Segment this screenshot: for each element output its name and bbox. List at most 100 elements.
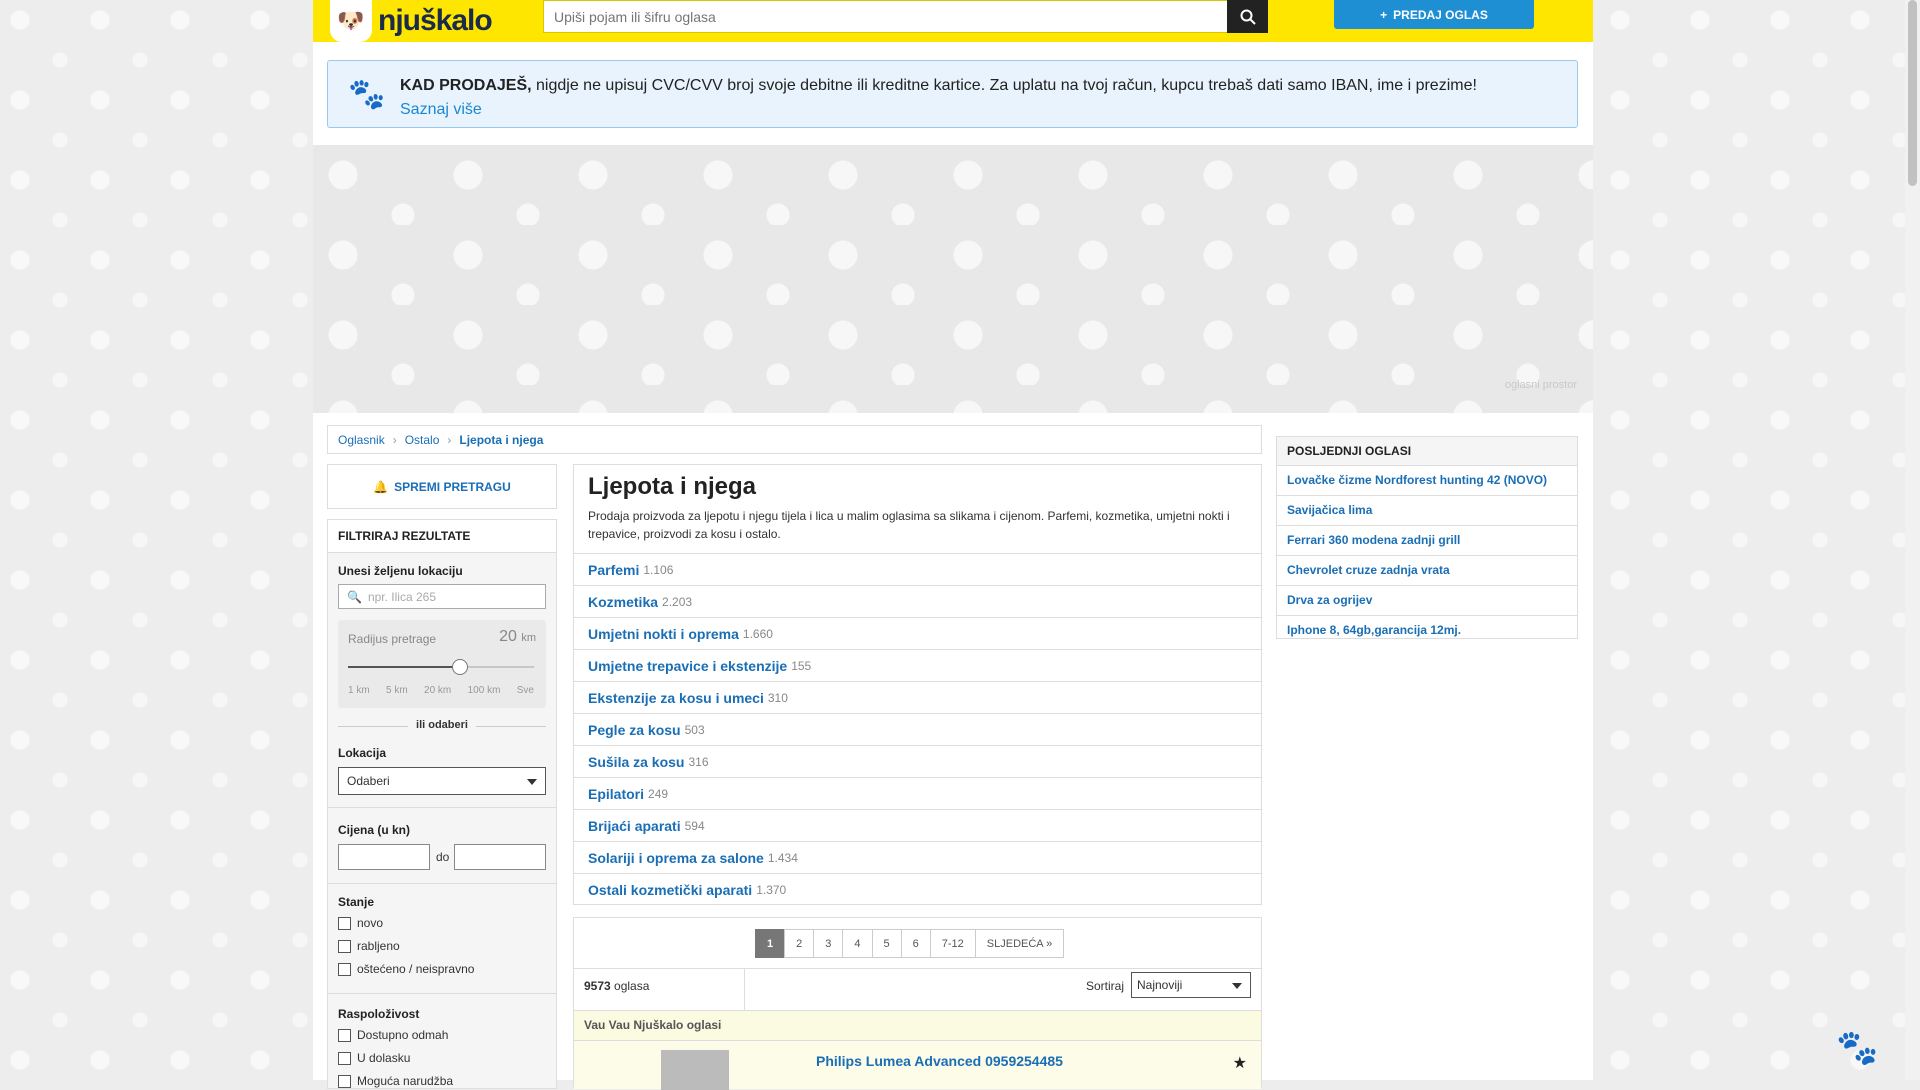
checkbox-box[interactable]	[338, 1028, 351, 1042]
subcategory-item[interactable]: Umjetni nokti i oprema 1.660	[574, 617, 1261, 649]
checkbox-box[interactable]	[338, 1051, 351, 1065]
category-description: Prodaja proizvoda za ljepotu i njegu tij…	[588, 509, 1230, 541]
breadcrumb-ostalo[interactable]: Ostalo	[405, 433, 440, 447]
checkbox-osteceno[interactable]: oštećeno / neispravno	[338, 962, 474, 976]
save-search-button[interactable]: 🔔 SPREMI PRETRAGU	[327, 464, 557, 509]
subcategory-name[interactable]: Parfemi	[588, 562, 639, 578]
page-button[interactable]: 7-12	[929, 929, 976, 958]
logo-mascot-icon: 🐶	[330, 0, 372, 42]
subcategory-name[interactable]: Pegle za kosu	[588, 722, 681, 738]
latest-ad-link[interactable]: Chevrolet cruze zadnja vrata	[1277, 556, 1577, 586]
pagination-area: 1 2 3 4 5 6 7-12 SLJEDEĆA »	[574, 918, 1261, 969]
subcategory-name[interactable]: Kozmetika	[588, 594, 658, 610]
radius-tick[interactable]: 5 km	[386, 685, 408, 696]
checkbox-box[interactable]	[338, 962, 351, 976]
search-icon: 🔍	[347, 589, 362, 604]
radius-tick[interactable]: 100 km	[468, 685, 501, 696]
chevron-right-icon: ›	[392, 432, 397, 447]
sell-button[interactable]: + PREDAJ OGLAS	[1334, 0, 1534, 29]
latest-ad-link[interactable]: Drva za ogrijev	[1277, 586, 1577, 616]
search-button[interactable]	[1227, 0, 1268, 33]
subcategory-count: 155	[791, 658, 812, 673]
listing-title[interactable]: Philips Lumea Advanced 0959254485	[816, 1053, 1063, 1069]
search-input[interactable]	[544, 1, 1164, 32]
lokacija-select[interactable]: Odaberi	[338, 767, 546, 795]
page-button[interactable]: 1	[755, 929, 786, 958]
checkbox-u-dolasku[interactable]: U dolasku	[338, 1051, 410, 1065]
filter-panel: FILTRIRAJ REZULTATE Unesi željenu lokaci…	[327, 519, 557, 1089]
checkbox-label: Dostupno odmah	[357, 1028, 449, 1042]
checkbox-box[interactable]	[338, 916, 351, 930]
list-item[interactable]: Philips Lumea Advanced 0959254485 ★	[574, 1040, 1261, 1090]
location-input[interactable]: 🔍 npr. Ilica 265	[338, 584, 546, 609]
subcategory-item[interactable]: Brijaći aparati 594	[574, 809, 1261, 841]
checkbox-box[interactable]	[338, 1074, 351, 1088]
radius-tick[interactable]: Sve	[517, 685, 534, 696]
subcategory-item[interactable]: Sušila za kosu 316	[574, 745, 1261, 777]
latest-ad-link[interactable]: Iphone 8, 64gb,garancija 12mj.	[1277, 616, 1577, 645]
subcategory-name[interactable]: Ostali kozmetički aparati	[588, 882, 752, 898]
scrollbar-thumb[interactable]	[1908, 0, 1917, 186]
subcategory-count: 1.660	[742, 626, 773, 641]
lokacija-value: Odaberi	[347, 774, 390, 788]
page-button[interactable]: 4	[842, 929, 873, 958]
subcategory-item[interactable]: Pegle za kosu 503	[574, 713, 1261, 745]
breadcrumb-oglasnik[interactable]: Oglasnik	[338, 433, 385, 447]
subcategory-item[interactable]: Epilatori 249	[574, 777, 1261, 809]
latest-ad-link[interactable]: Ferrari 360 modena zadnji grill	[1277, 526, 1577, 556]
vau-header: Vau Vau Njuškalo oglasi	[574, 1010, 1261, 1040]
subcategory-name[interactable]: Umjetni nokti i oprema	[588, 626, 739, 642]
subcategory-name[interactable]: Brijaći aparati	[588, 818, 681, 834]
category-box: Ljepota i njega Prodaja proizvoda za lje…	[573, 464, 1262, 905]
breadcrumb: Oglasnik › Ostalo › Ljepota i njega	[327, 425, 1262, 454]
breadcrumb-current[interactable]: Ljepota i njega	[459, 433, 543, 447]
radius-ticks: 1 km 5 km 20 km 100 km Sve	[348, 685, 534, 696]
subcategory-name[interactable]: Ekstenzije za kosu i umeci	[588, 690, 764, 706]
logo[interactable]: 🐶 njuškalo	[330, 0, 542, 42]
subcategory-name[interactable]: Solariji i oprema za salone	[588, 850, 764, 866]
radius-tick[interactable]: 20 km	[424, 685, 451, 696]
chevron-right-icon: ›	[447, 432, 452, 447]
caret-down-icon	[1232, 983, 1242, 989]
paw-icon[interactable]: 🐾	[1836, 1028, 1878, 1070]
page-button[interactable]: 5	[871, 929, 902, 958]
price-from-input[interactable]	[338, 844, 430, 870]
radius-slider-box: Radijus pretrage 20 km 1 km 5 km 20 km 1…	[338, 620, 546, 708]
subcategory-item[interactable]: Parfemi 1.106	[574, 553, 1261, 585]
listing-thumbnail[interactable]	[661, 1050, 729, 1090]
latest-ad-link[interactable]: Savijačica lima	[1277, 496, 1577, 526]
checkbox-box[interactable]	[338, 939, 351, 953]
scrollbar[interactable]	[1905, 0, 1920, 1080]
sort-label: Sortiraj	[1086, 979, 1125, 993]
subcategory-name[interactable]: Umjetne trepavice i ekstenzije	[588, 658, 787, 674]
sort-select[interactable]: Najnoviji	[1131, 972, 1251, 998]
latest-ad-link[interactable]: Lovačke čizme Nordforest hunting 42 (NOV…	[1277, 466, 1577, 496]
security-notice: 🐾 KAD PRODAJEŠ, nigdje ne upisuj CVC/CVV…	[327, 60, 1578, 128]
radius-slider-handle[interactable]	[451, 659, 468, 675]
page-button[interactable]: 6	[900, 929, 931, 958]
price-to-input[interactable]	[454, 844, 546, 870]
checkbox-narudzba[interactable]: Moguća narudžba	[338, 1074, 453, 1088]
subcategory-item[interactable]: Umjetne trepavice i ekstenzije 155	[574, 649, 1261, 681]
subcategory-item[interactable]: Solariji i oprema za salone 1.434	[574, 841, 1261, 873]
subcategory-item[interactable]: Ekstenzije za kosu i umeci 310	[574, 681, 1261, 713]
checkbox-rabljeno[interactable]: rabljeno	[338, 939, 400, 953]
paw-icon: 🐾	[348, 78, 386, 111]
checkbox-novo[interactable]: novo	[338, 916, 383, 930]
subcategory-name[interactable]: Epilatori	[588, 786, 644, 802]
subcategory-name[interactable]: Sušila za kosu	[588, 754, 684, 770]
location-label: Unesi željenu lokaciju	[338, 564, 463, 578]
checkbox-dostupno[interactable]: Dostupno odmah	[338, 1028, 448, 1042]
star-icon[interactable]: ★	[1233, 1053, 1247, 1073]
radius-track[interactable]	[348, 666, 534, 668]
bell-icon: 🔔	[373, 479, 389, 494]
latest-ads-list: Lovačke čizme Nordforest hunting 42 (NOV…	[1277, 466, 1577, 645]
page-button[interactable]: 2	[784, 929, 815, 958]
subcategory-item[interactable]: Ostali kozmetički aparati 1.370	[574, 873, 1261, 905]
next-page-button[interactable]: SLJEDEĆA »	[974, 929, 1065, 958]
subcategory-item[interactable]: Kozmetika 2.203	[574, 585, 1261, 617]
radius-tick[interactable]: 1 km	[348, 685, 370, 696]
notice-link[interactable]: Saznaj više	[400, 101, 482, 118]
page-button[interactable]: 3	[813, 929, 844, 958]
divider	[328, 807, 556, 808]
